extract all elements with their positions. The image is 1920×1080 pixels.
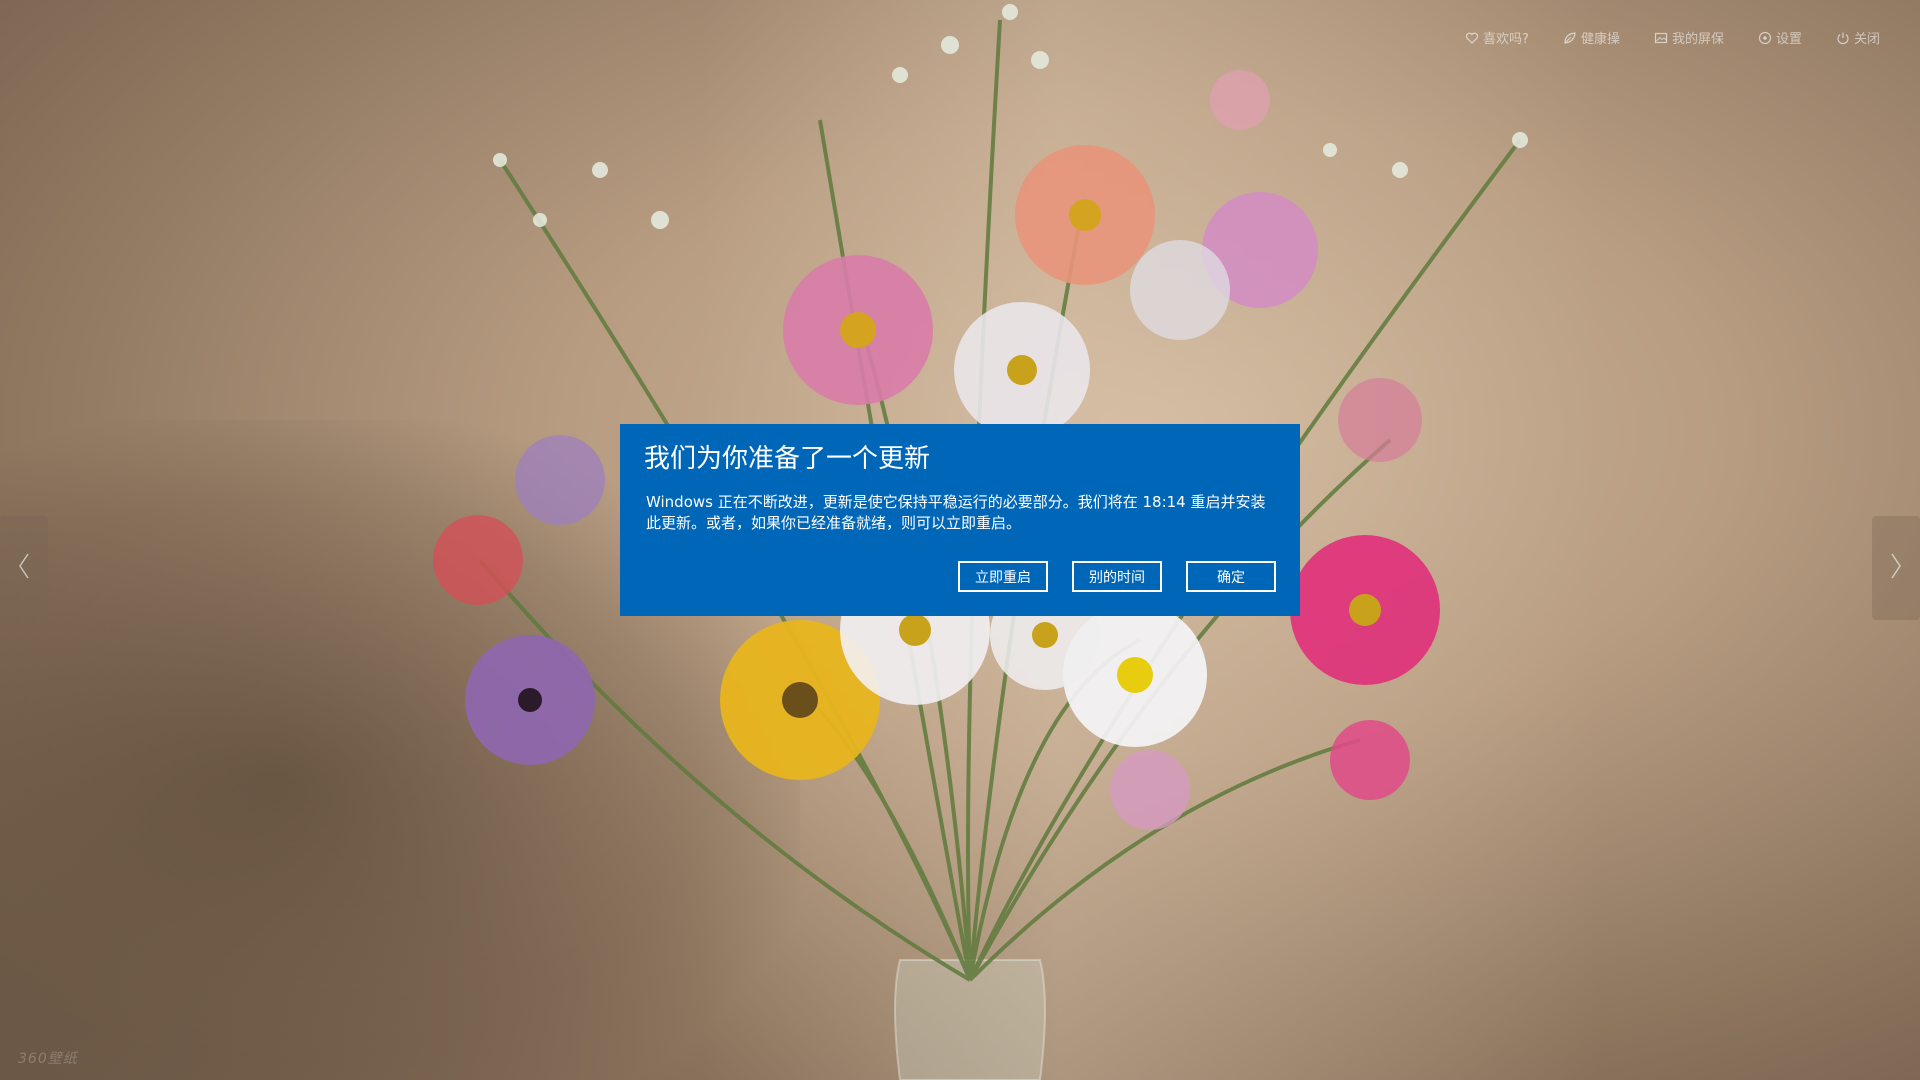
my-screensaver-button[interactable]: 我的屏保 xyxy=(1654,28,1724,47)
settings-label: 设置 xyxy=(1775,32,1802,47)
image-icon xyxy=(1654,31,1668,45)
screensaver-screen: 喜欢吗? 健康操 我的屏保 设置 关闭 360壁纸 我们为你准备了一个更新 Wi… xyxy=(0,0,1920,1080)
dialog-button-row: 立即重启 别的时间 确定 xyxy=(958,561,1276,592)
restart-now-button[interactable]: 立即重启 xyxy=(958,561,1048,592)
close-button[interactable]: 关闭 xyxy=(1836,28,1880,47)
dialog-title: 我们为你准备了一个更新 xyxy=(644,444,931,474)
heart-icon xyxy=(1465,31,1479,45)
windows-update-dialog: 我们为你准备了一个更新 Windows 正在不断改进，更新是使它保持平稳运行的必… xyxy=(620,424,1300,616)
like-button[interactable]: 喜欢吗? xyxy=(1465,28,1529,47)
exercise-label: 健康操 xyxy=(1580,32,1620,47)
like-label: 喜欢吗? xyxy=(1483,32,1529,47)
wallpaper-watermark: 360壁纸 xyxy=(18,1051,78,1067)
chevron-left-icon xyxy=(16,550,32,586)
leaf-icon xyxy=(1563,31,1577,45)
previous-wallpaper-button[interactable] xyxy=(0,516,48,620)
chevron-right-icon xyxy=(1888,550,1904,586)
dialog-message: Windows 正在不断改进，更新是使它保持平稳运行的必要部分。我们将在 18:… xyxy=(646,493,1266,532)
screensaver-toolbar: 喜欢吗? 健康操 我的屏保 设置 关闭 xyxy=(1465,28,1880,47)
settings-icon xyxy=(1758,31,1772,45)
settings-button[interactable]: 设置 xyxy=(1758,28,1802,47)
next-wallpaper-button[interactable] xyxy=(1872,516,1920,620)
power-icon xyxy=(1836,31,1850,45)
other-time-button[interactable]: 别的时间 xyxy=(1072,561,1162,592)
ok-button[interactable]: 确定 xyxy=(1186,561,1276,592)
exercise-button[interactable]: 健康操 xyxy=(1563,28,1620,47)
close-label: 关闭 xyxy=(1853,32,1880,47)
my-screensaver-label: 我的屏保 xyxy=(1671,32,1724,47)
